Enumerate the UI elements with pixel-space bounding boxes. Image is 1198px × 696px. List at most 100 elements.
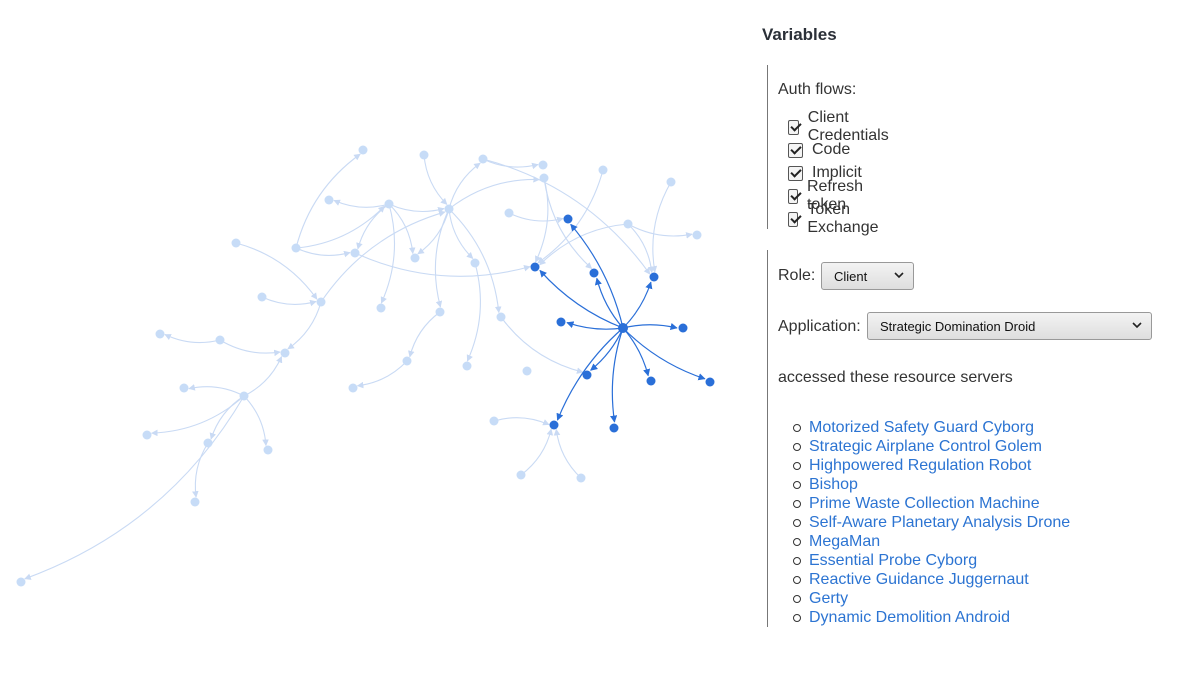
role-section: Role: Client Application: Strategic Domi… (767, 250, 1183, 627)
chevron-down-icon (894, 272, 904, 279)
graph-node[interactable] (623, 219, 633, 229)
graph-node[interactable] (576, 473, 586, 483)
checkbox-label: Code (812, 141, 851, 158)
graph-node[interactable] (692, 230, 702, 240)
highlighted-node[interactable] (549, 420, 559, 430)
graph-node[interactable] (376, 303, 386, 313)
list-item: Gerty (793, 589, 1070, 608)
graph-node[interactable] (350, 248, 360, 258)
graph-node[interactable] (142, 430, 152, 440)
highlighted-node[interactable] (563, 214, 573, 224)
resource-server-link[interactable]: Prime Waste Collection Machine (809, 495, 1040, 513)
graph-node[interactable] (215, 335, 225, 345)
graph-edge (333, 199, 390, 208)
graph-node[interactable] (190, 497, 200, 507)
highlighted-node[interactable] (556, 317, 566, 327)
resource-server-link[interactable]: Self-Aware Planetary Analysis Drone (809, 514, 1070, 532)
highlighted-node[interactable] (678, 323, 688, 333)
resource-server-link[interactable]: MegaMan (809, 533, 880, 551)
graph-node[interactable] (410, 253, 420, 263)
panel-title: Variables (762, 25, 837, 44)
graph-node[interactable] (478, 154, 488, 164)
highlighted-node[interactable] (589, 268, 599, 278)
graph-node[interactable] (666, 177, 676, 187)
graph-node[interactable] (462, 361, 472, 371)
graph-node[interactable] (263, 445, 273, 455)
graph-node[interactable] (291, 243, 301, 253)
highlighted-node[interactable] (530, 262, 540, 272)
resource-server-link[interactable]: Essential Probe Cyborg (809, 552, 977, 570)
resource-server-link[interactable]: Highpowered Regulation Robot (809, 457, 1031, 475)
highlighted-node[interactable] (609, 423, 619, 433)
list-item: Bishop (793, 475, 1070, 494)
graph-node[interactable] (402, 356, 412, 366)
highlighted-edge (594, 277, 624, 329)
bullet-icon (793, 556, 801, 565)
graph-edge (448, 208, 474, 259)
graph-node[interactable] (358, 145, 368, 155)
auth-flows-section: Auth flows: Client Credentials Code Impl… (767, 65, 889, 236)
graph-edge (164, 334, 221, 344)
resource-server-link[interactable]: Reactive Guidance Juggernaut (809, 571, 1029, 589)
selected-application-node[interactable] (618, 323, 628, 333)
graph-node[interactable] (516, 470, 526, 480)
checkbox-icon[interactable] (788, 188, 798, 204)
graph-node[interactable] (257, 292, 267, 302)
graph-edge (287, 301, 322, 350)
network-graph[interactable] (0, 0, 750, 691)
graph-node[interactable] (419, 150, 429, 160)
role-select[interactable]: Client (821, 262, 914, 290)
checkbox-code[interactable]: Code (788, 140, 850, 160)
graph-node[interactable] (324, 195, 334, 205)
graph-edge (388, 203, 416, 255)
graph-node[interactable] (203, 438, 213, 448)
graph-node[interactable] (384, 199, 394, 209)
bullet-icon (793, 461, 801, 470)
highlighted-node[interactable] (705, 377, 715, 387)
resource-server-link[interactable]: Strategic Airplane Control Golem (809, 438, 1042, 456)
graph-node[interactable] (489, 416, 499, 426)
checkbox-token-exchange[interactable]: Token Exchange (788, 201, 883, 236)
graph-node[interactable] (522, 366, 532, 376)
graph-node[interactable] (504, 208, 514, 218)
graph-edge (500, 316, 584, 374)
graph-node[interactable] (280, 348, 290, 358)
graph-edge (627, 223, 655, 274)
graph-node[interactable] (444, 204, 454, 214)
bullet-icon (793, 423, 801, 432)
checkbox-icon[interactable] (788, 119, 799, 135)
highlighted-node[interactable] (646, 376, 656, 386)
graph-node[interactable] (179, 383, 189, 393)
list-item: Essential Probe Cyborg (793, 551, 1070, 570)
graph-node[interactable] (470, 258, 480, 268)
resource-server-link[interactable]: Motorized Safety Guard Cyborg (809, 419, 1034, 437)
graph-edge (388, 203, 445, 214)
graph-node[interactable] (539, 173, 549, 183)
graph-node[interactable] (239, 391, 249, 401)
role-label: Role: (778, 267, 816, 284)
graph-node[interactable] (435, 307, 445, 317)
accessed-text: accessed these resource servers (778, 369, 1013, 386)
list-item: Reactive Guidance Juggernaut (793, 570, 1070, 589)
graph-node[interactable] (538, 160, 548, 170)
graph-node[interactable] (16, 577, 26, 587)
resource-server-link[interactable]: Gerty (809, 590, 848, 608)
resource-server-link[interactable]: Bishop (809, 476, 858, 494)
checkbox-icon[interactable] (788, 165, 803, 181)
graph-node[interactable] (155, 329, 165, 339)
checkbox-icon[interactable] (788, 142, 803, 158)
graph-node[interactable] (231, 238, 241, 248)
graph-node[interactable] (348, 383, 358, 393)
checkbox-icon[interactable] (788, 211, 799, 227)
resource-server-link[interactable]: Dynamic Demolition Android (809, 609, 1010, 627)
application-select[interactable]: Strategic Domination Droid (867, 312, 1152, 340)
highlighted-node[interactable] (649, 272, 659, 282)
graph-edge (553, 428, 582, 479)
graph-edge (423, 154, 448, 205)
graph-edge (320, 210, 446, 303)
checkbox-client-credentials[interactable]: Client Credentials (788, 109, 893, 144)
graph-node[interactable] (316, 297, 326, 307)
graph-node[interactable] (598, 165, 608, 175)
highlighted-node[interactable] (582, 370, 592, 380)
graph-node[interactable] (496, 312, 506, 322)
